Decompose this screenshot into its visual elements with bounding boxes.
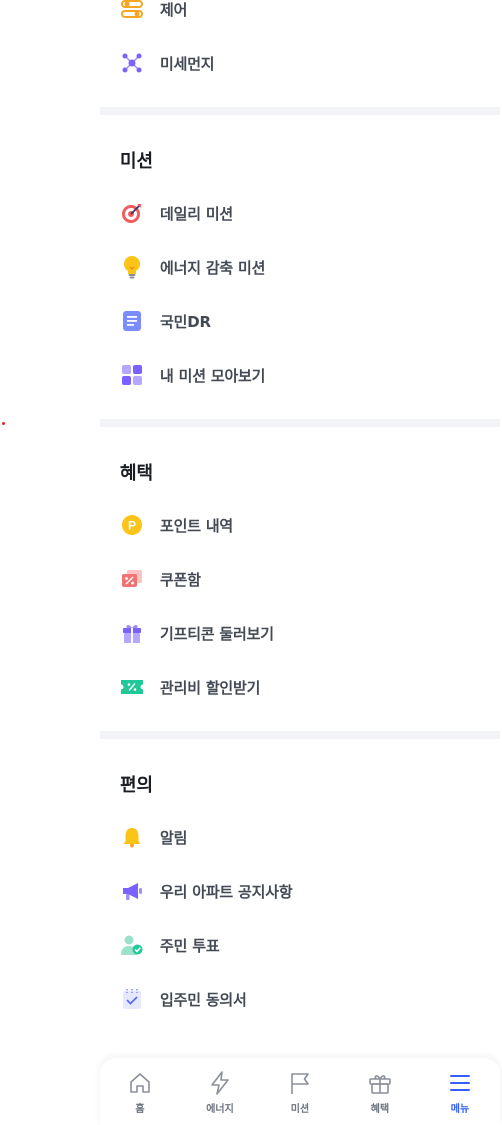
menu-item-label: 내 미션 모아보기 — [160, 366, 266, 385]
menu-item-label: 제어 — [160, 0, 188, 19]
menu-item-label: 관리비 할인받기 — [160, 678, 261, 697]
menu-item-label: 입주민 동의서 — [160, 990, 247, 1009]
section-separator — [100, 419, 500, 427]
menu-item-label: 데일리 미션 — [160, 204, 234, 223]
menu-item-national-dr[interactable]: 국민DR — [120, 305, 480, 337]
menu-item-label: 쿠폰함 — [160, 570, 201, 589]
menu-item-resident-vote[interactable]: 주민 투표 — [120, 929, 480, 961]
discount-ticket-icon — [120, 675, 144, 699]
section-title-benefit: 혜택 — [120, 463, 154, 484]
menu-item-gifticon[interactable]: 기프티콘 둘러보기 — [120, 617, 480, 649]
tab-label: 미션 — [290, 1104, 310, 1115]
lightning-icon — [211, 1071, 229, 1095]
coupon-icon — [120, 567, 144, 591]
target-icon — [120, 201, 144, 225]
calendar-check-icon — [120, 987, 144, 1011]
menu-item-label: 알림 — [160, 828, 188, 847]
menu-item-label: 우리 아파트 공지사항 — [160, 882, 293, 901]
grid-icon — [120, 363, 144, 387]
flag-icon — [291, 1073, 309, 1094]
menu-item-daily-mission[interactable]: 데일리 미션 — [120, 197, 480, 229]
section-separator — [100, 107, 500, 115]
section-title-convenience: 편의 — [120, 775, 154, 796]
red-dot-marker — [2, 422, 5, 425]
tab-label: 혜택 — [370, 1104, 390, 1115]
menu-item-label: 주민 투표 — [160, 936, 220, 955]
bell-icon — [120, 825, 144, 849]
tab-benefit[interactable]: 혜택 — [340, 1058, 420, 1115]
section-title-mission: 미션 — [120, 151, 154, 172]
menu-item-energy-reduction-mission[interactable]: 에너지 감축 미션 — [120, 251, 480, 283]
point-coin-icon: P — [120, 513, 144, 537]
svg-text:P: P — [128, 519, 136, 533]
megaphone-icon — [120, 879, 144, 903]
menu-item-apartment-notice[interactable]: 우리 아파트 공지사항 — [120, 875, 480, 907]
menu-panel: 제어 미세먼지 미션 데일리 미션 에너지 감축 미션 국민DR 내 미션 모아… — [100, 0, 500, 1125]
menu-item-label: 포인트 내역 — [160, 516, 234, 535]
menu-item-my-missions[interactable]: 내 미션 모아보기 — [120, 359, 480, 391]
document-icon — [120, 309, 144, 333]
home-icon — [130, 1073, 150, 1093]
menu-item-label: 에너지 감축 미션 — [160, 258, 266, 277]
menu-item-label: 미세먼지 — [160, 54, 215, 73]
section-separator — [100, 731, 500, 739]
menu-item-coupon-box[interactable]: 쿠폰함 — [120, 563, 480, 595]
menu-item-control[interactable]: 제어 — [120, 0, 480, 25]
tab-label: 메뉴 — [450, 1104, 470, 1115]
menu-icon — [450, 1075, 470, 1091]
tab-energy[interactable]: 에너지 — [180, 1058, 260, 1115]
tab-label: 홈 — [135, 1104, 145, 1115]
menu-item-notifications[interactable]: 알림 — [120, 821, 480, 853]
menu-item-point-history[interactable]: P 포인트 내역 — [120, 509, 480, 541]
bottom-tab-bar: 홈 에너지 미션 혜택 메뉴 — [100, 1058, 500, 1125]
menu-item-label: 국민DR — [160, 312, 211, 331]
menu-item-fine-dust[interactable]: 미세먼지 — [120, 47, 480, 79]
tab-menu[interactable]: 메뉴 — [420, 1058, 500, 1115]
vote-user-icon — [120, 933, 144, 957]
menu-item-label: 기프티콘 둘러보기 — [160, 624, 274, 643]
lightbulb-icon — [120, 255, 144, 279]
dust-particles-icon — [120, 51, 144, 75]
menu-item-resident-consent[interactable]: 입주민 동의서 — [120, 983, 480, 1015]
menu-item-maintenance-discount[interactable]: 관리비 할인받기 — [120, 671, 480, 703]
gift-outline-icon — [369, 1075, 391, 1094]
tab-mission[interactable]: 미션 — [260, 1058, 340, 1115]
gift-icon — [120, 621, 144, 645]
toggle-settings-icon — [120, 0, 144, 21]
tab-label: 에너지 — [206, 1104, 234, 1115]
tab-home[interactable]: 홈 — [100, 1058, 180, 1115]
